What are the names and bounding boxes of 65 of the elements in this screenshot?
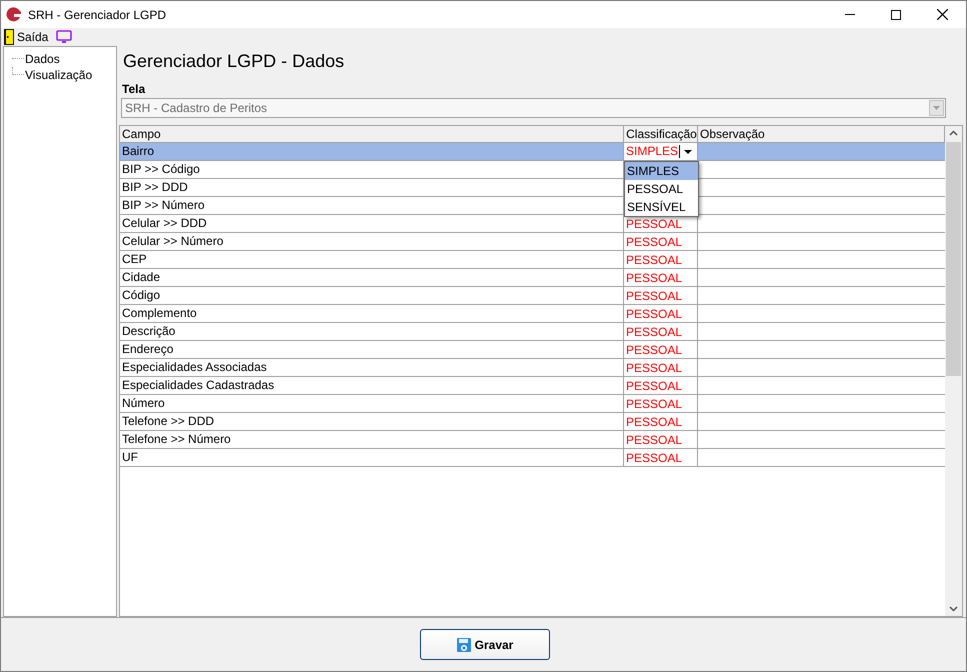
table-row[interactable]: Celular >> Número PESSOAL [120, 233, 945, 251]
table-cell-text: PESSOAL [625, 252, 682, 268]
table-cell-text: PESSOAL [625, 432, 682, 448]
table-row[interactable]: UF PESSOAL [120, 449, 945, 467]
table-cell-text: PESSOAL [625, 306, 682, 322]
app-logo-icon [6, 6, 22, 22]
door-icon [4, 29, 14, 45]
table-row[interactable]: Código PESSOAL [120, 287, 945, 305]
table-row[interactable]: Especialidades Associadas PESSOAL [120, 359, 945, 377]
scrollbar-thumb[interactable] [946, 142, 961, 376]
table-cell-text: PESSOAL [625, 360, 682, 376]
table-row[interactable]: Especialidades Cadastradas PESSOAL [120, 377, 945, 395]
table-cell-text: PESSOAL [625, 342, 682, 358]
monitor-icon[interactable] [56, 30, 72, 44]
column-header[interactable]: Campo [120, 126, 624, 142]
table-cell-text: PESSOAL [625, 450, 682, 466]
table-row[interactable]: Complemento PESSOAL [120, 305, 945, 323]
table-cell-text: PESSOAL [625, 216, 682, 232]
dropdown-arrow-icon[interactable] [684, 150, 692, 154]
scroll-up-icon[interactable] [949, 130, 958, 136]
field-label: Tela [122, 81, 146, 98]
table-cell-text: PESSOAL [625, 414, 682, 430]
table-cell: Cidade [120, 269, 624, 286]
table-cell: Endereço [120, 341, 624, 358]
table-row[interactable]: Bairro SIMPLES [120, 143, 945, 161]
tree-item[interactable]: Dados [24, 50, 61, 68]
tree-item[interactable]: Visualização [24, 66, 94, 84]
table-cell: Telefone >> DDD [120, 413, 624, 430]
table-cell: Número [120, 395, 624, 412]
scrollbar[interactable] [945, 126, 962, 616]
table-row[interactable]: CEP PESSOAL [120, 251, 945, 269]
dropdown-option[interactable]: SIMPLES [625, 162, 698, 180]
table-row[interactable]: Telefone >> DDD PESSOAL [120, 413, 945, 431]
table-cell-text: PESSOAL [625, 396, 682, 412]
table-cell: Complemento [120, 305, 624, 322]
table-cell: UF [120, 449, 624, 466]
table-row[interactable]: Número PESSOAL [120, 395, 945, 413]
table-cell: Especialidades Cadastradas [120, 377, 624, 394]
window-title: SRH - Gerenciador LGPD [28, 6, 166, 24]
page-heading: Gerenciador LGPD - Dados [123, 50, 346, 72]
table-cell-text: PESSOAL [625, 378, 682, 394]
table-cell-text: PESSOAL [625, 288, 682, 304]
table-row[interactable]: Telefone >> Número PESSOAL [120, 431, 945, 449]
table-cell: Telefone >> Número [120, 431, 624, 448]
save-button[interactable]: Gravar [420, 629, 550, 660]
table-row[interactable]: Cidade PESSOAL [120, 269, 945, 287]
classification-editor[interactable]: SIMPLES [624, 143, 697, 160]
dropdown-option[interactable]: SENSÍVEL [625, 198, 698, 216]
table-row[interactable]: Endereço PESSOAL [120, 341, 945, 359]
dropdown-arrow-icon [933, 106, 940, 110]
scroll-down-icon[interactable] [949, 606, 958, 612]
column-header[interactable]: Classificação [624, 126, 698, 142]
table-cell-text: PESSOAL [625, 270, 682, 286]
close-icon[interactable] [937, 9, 948, 20]
table-cell: Código [120, 287, 624, 304]
table-cell: CEP [120, 251, 624, 268]
table-row[interactable]: Celular >> DDD PESSOAL [120, 215, 945, 233]
dropdown-option[interactable]: PESSOAL [625, 180, 698, 198]
table-cell: Descrição [120, 323, 624, 340]
table-cell: Especialidades Associadas [120, 359, 624, 376]
table-row[interactable]: Descrição PESSOAL [120, 323, 945, 341]
exit-menu-item[interactable]: Saída [4, 28, 48, 46]
table-cell: Celular >> Número [120, 233, 624, 250]
table-cell-text: PESSOAL [625, 324, 682, 340]
table-cell-text: PESSOAL [625, 234, 682, 250]
